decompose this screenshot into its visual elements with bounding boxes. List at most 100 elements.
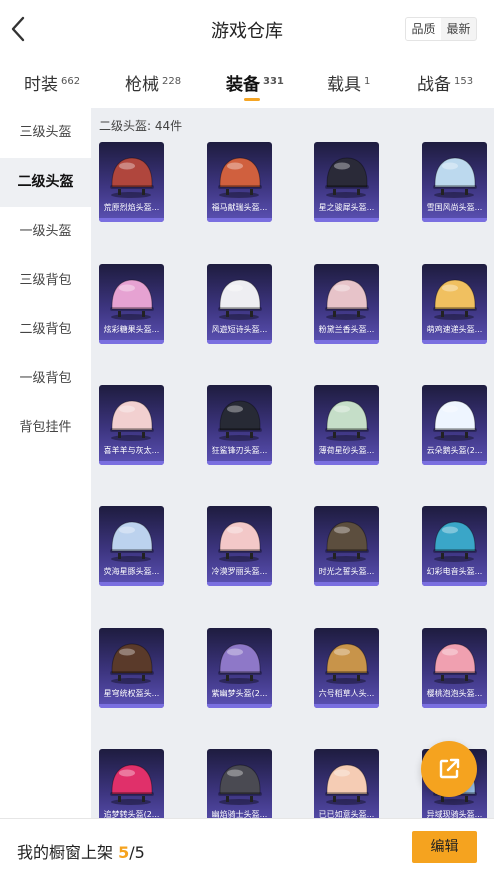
item-card[interactable]: 雪国风尚头盔... xyxy=(422,142,487,222)
helmet-icon xyxy=(218,643,262,684)
edit-button[interactable]: 编辑 xyxy=(412,831,477,863)
item-card[interactable]: 幽焰骑士头盔... xyxy=(207,749,272,818)
item-card[interactable]: 云朵鹅头盔(2... xyxy=(422,385,487,465)
helmet-icon xyxy=(218,279,262,320)
helmet-icon xyxy=(433,521,477,562)
quality-bar xyxy=(422,704,487,708)
tab-label: 战备 xyxy=(417,75,451,95)
tab-label: 枪械 xyxy=(125,75,159,95)
item-card[interactable]: 紫幽梦头盔(2... xyxy=(207,628,272,708)
helmet-icon xyxy=(218,400,262,441)
tab-count: 331 xyxy=(263,76,284,87)
item-card[interactable]: 狂鲨锋刃头盔... xyxy=(207,385,272,465)
tab-guns[interactable]: 枪械 228 xyxy=(125,70,181,95)
helmet-icon xyxy=(110,157,154,198)
item-card[interactable]: 粉黛兰香头盔... xyxy=(314,264,379,344)
quality-bar xyxy=(207,582,272,586)
item-card[interactable]: 星穹统权盔头... xyxy=(99,628,164,708)
item-name: 追梦转头盔(2... xyxy=(103,810,160,818)
tab-equipment[interactable]: 装备 331 xyxy=(226,70,284,101)
quality-bar xyxy=(422,461,487,465)
helmet-icon xyxy=(325,400,369,441)
active-tab-indicator xyxy=(244,98,260,101)
quality-bar xyxy=(99,704,164,708)
sidebar-item-level2-backpack[interactable]: 二级背包 xyxy=(0,305,91,354)
item-name: 雪国风尚头盔... xyxy=(426,203,483,212)
helmet-icon xyxy=(433,157,477,198)
tab-label: 装备 xyxy=(226,75,260,95)
showcase-total: /5 xyxy=(129,843,145,862)
tab-vehicles[interactable]: 载具 1 xyxy=(327,70,370,95)
item-name: 福马献瑞头盔... xyxy=(211,203,268,212)
quality-bar xyxy=(422,340,487,344)
helmet-icon xyxy=(218,521,262,562)
item-name: 星穹统权盔头... xyxy=(103,689,160,698)
item-name: 云朵鹅头盔(2... xyxy=(426,446,483,455)
quality-bar xyxy=(99,340,164,344)
helmet-icon xyxy=(110,279,154,320)
tab-fashion[interactable]: 时装 662 xyxy=(24,70,80,95)
item-name: 喜羊羊与灰太... xyxy=(103,446,160,455)
tab-label: 载具 xyxy=(327,75,361,95)
item-name: 炫彩糖果头盔... xyxy=(103,325,160,334)
item-card[interactable]: 六号稻草人头... xyxy=(314,628,379,708)
helmet-icon xyxy=(110,643,154,684)
quality-bar xyxy=(422,582,487,586)
quality-bar xyxy=(422,218,487,222)
bottom-bar: 我的橱窗上架 5/5 编辑 xyxy=(0,818,494,875)
quality-bar xyxy=(99,218,164,222)
item-name: 狂鲨锋刃头盔... xyxy=(211,446,268,455)
sidebar-item-backpack-charm[interactable]: 背包挂件 xyxy=(0,403,91,452)
sidebar-item-level1-helmet[interactable]: 一级头盔 xyxy=(0,207,91,256)
sidebar-item-level2-helmet[interactable]: 二级头盔 xyxy=(0,158,91,207)
item-name: 时光之誓头盔... xyxy=(318,567,375,576)
tab-count: 662 xyxy=(61,76,81,87)
item-name: 樱桃泡泡头盔... xyxy=(426,689,483,698)
tab-count: 153 xyxy=(454,76,474,87)
helmet-icon xyxy=(218,157,262,198)
item-name: 异域现骑头盔... xyxy=(426,810,483,818)
item-card[interactable]: 追梦转头盔(2... xyxy=(99,749,164,818)
item-name: 粉黛兰香头盔... xyxy=(318,325,375,334)
quality-bar xyxy=(314,582,379,586)
item-card[interactable]: 冷漠罗丽头盔... xyxy=(207,506,272,586)
helmet-icon xyxy=(433,643,477,684)
showcase-status: 我的橱窗上架 5/5 xyxy=(17,839,145,863)
sort-toggle[interactable]: 品质 最新 xyxy=(405,17,477,41)
item-name: 冷漠罗丽头盔... xyxy=(211,567,268,576)
item-card[interactable]: 荒原烈焰头盔... xyxy=(99,142,164,222)
share-icon xyxy=(439,758,460,779)
tab-supplies[interactable]: 战备 153 xyxy=(417,70,473,95)
item-card[interactable]: 已已如意头盔... xyxy=(314,749,379,818)
helmet-icon xyxy=(110,764,154,805)
sidebar-item-level3-backpack[interactable]: 三级背包 xyxy=(0,256,91,305)
item-card[interactable]: 星之骏犀头盔... xyxy=(314,142,379,222)
showcase-label: 我的橱窗上架 xyxy=(17,843,119,862)
item-card[interactable]: 风遊短诗头盔... xyxy=(207,264,272,344)
showcase-current: 5 xyxy=(118,843,130,862)
sort-option-quality[interactable]: 品质 xyxy=(406,18,441,40)
item-name: 荒原烈焰头盔... xyxy=(103,203,160,212)
header: 游戏仓库 品质 最新 xyxy=(0,0,494,58)
item-card[interactable]: 喜羊羊与灰太... xyxy=(99,385,164,465)
item-card[interactable]: 荧海星豚头盔... xyxy=(99,506,164,586)
quality-bar xyxy=(207,340,272,344)
quality-bar xyxy=(99,461,164,465)
tab-count: 228 xyxy=(162,76,182,87)
sort-option-latest[interactable]: 最新 xyxy=(441,18,476,40)
tab-label: 时装 xyxy=(24,75,58,95)
share-button[interactable] xyxy=(421,741,477,797)
item-card[interactable]: 福马献瑞头盔... xyxy=(207,142,272,222)
item-card[interactable]: 薄荷星砂头盔... xyxy=(314,385,379,465)
item-card[interactable]: 幻彩电音头盔... xyxy=(422,506,487,586)
item-card[interactable]: 炫彩糖果头盔... xyxy=(99,264,164,344)
sidebar: 三级头盔 二级头盔 一级头盔 三级背包 二级背包 一级背包 背包挂件 xyxy=(0,108,91,818)
item-name: 紫幽梦头盔(2... xyxy=(211,689,268,698)
item-card[interactable]: 樱桃泡泡头盔... xyxy=(422,628,487,708)
item-card[interactable]: 萌鸡速递头盔... xyxy=(422,264,487,344)
item-card[interactable]: 时光之誓头盔... xyxy=(314,506,379,586)
item-name: 已已如意头盔... xyxy=(318,810,375,818)
sidebar-item-level1-backpack[interactable]: 一级背包 xyxy=(0,354,91,403)
quality-bar xyxy=(99,582,164,586)
sidebar-item-level3-helmet[interactable]: 三级头盔 xyxy=(0,108,91,157)
